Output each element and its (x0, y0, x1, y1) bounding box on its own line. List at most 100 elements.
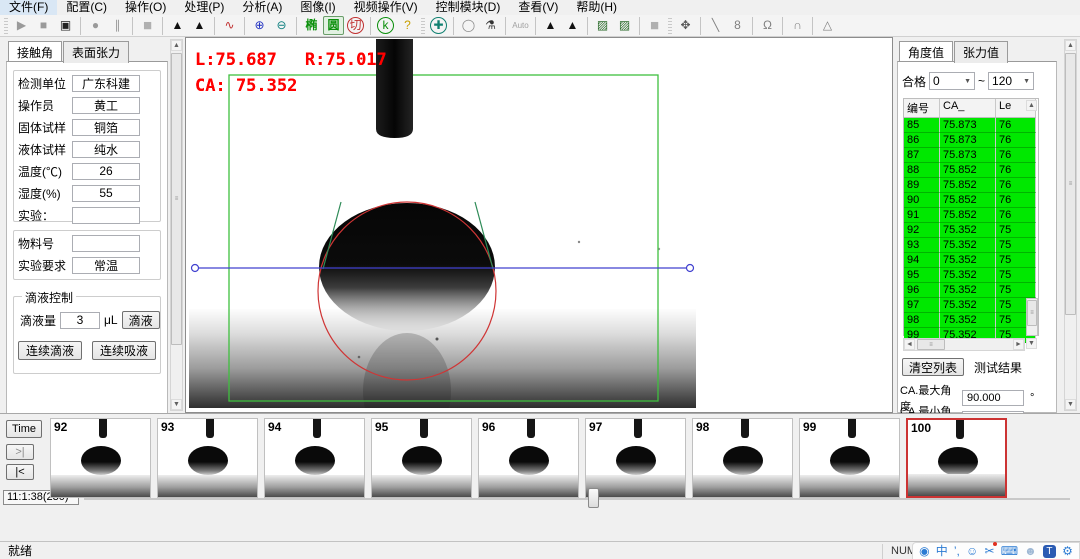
table-row[interactable]: 9475.35275 (904, 253, 1038, 268)
screenshot-scissors-icon[interactable]: ✂ (984, 543, 994, 559)
frame-thumbnail-95[interactable]: 95 (371, 418, 472, 498)
image-level-alt-icon[interactable]: ▨ (614, 16, 635, 35)
record-icon[interactable]: ● (85, 16, 106, 35)
frame-prev-button[interactable]: |< (6, 464, 34, 480)
field-input-物料号[interactable] (72, 235, 140, 252)
skin-person-icon[interactable]: ☻ (1024, 543, 1037, 559)
angle-table[interactable]: 编号CA_Le8575.873768675.873768775.87376887… (903, 98, 1039, 336)
drop-arc-icon[interactable]: ∩ (787, 16, 808, 35)
table-header-编号[interactable]: 编号 (904, 99, 940, 118)
drop-dome-icon[interactable]: ▲ (540, 16, 561, 35)
table-row[interactable]: 8675.87376 (904, 133, 1038, 148)
menu-item-9[interactable]: 帮助(H) (567, 0, 626, 15)
frame-thumbnail-96[interactable]: 96 (478, 418, 579, 498)
clear-list-button[interactable]: 清空列表 (902, 358, 964, 376)
scroll-up-arrow-icon[interactable]: ▲ (1065, 40, 1076, 51)
tab-tension-values[interactable]: 张力值 (954, 41, 1008, 63)
table-scroll-right-icon[interactable]: ► (1013, 339, 1024, 350)
frame-thumbnail-97[interactable]: 97 (585, 418, 686, 498)
compass-icon[interactable]: ✚ (430, 17, 447, 34)
table-row[interactable]: 9775.35275 (904, 298, 1038, 313)
menu-item-2[interactable]: 操作(O) (116, 0, 175, 15)
tab-angle-values[interactable]: 角度值 (899, 41, 953, 61)
table-row[interactable]: 9675.35275 (904, 283, 1038, 298)
table-hscroll-thumb[interactable]: ≡ (917, 339, 945, 350)
frame-thumbnail-99[interactable]: 99 (799, 418, 900, 498)
right-vscroll-thumb[interactable]: ≡ (1065, 53, 1076, 315)
timeline-track[interactable] (84, 498, 1070, 500)
snapshot-frame-icon[interactable]: ■ (137, 16, 158, 35)
camera-frame[interactable]: L:75.687R:75.017 CA: 75.352 (189, 39, 696, 408)
menu-item-0[interactable]: 文件(F) (0, 0, 57, 15)
ime-logo-icon[interactable]: ◉ (919, 543, 929, 559)
frame-thumbnail-98[interactable]: 98 (692, 418, 793, 498)
table-row[interactable]: 9875.35275 (904, 313, 1038, 328)
stop-icon[interactable]: ■ (33, 16, 54, 35)
table-scroll-left-icon[interactable]: ◄ (904, 339, 915, 350)
table-row[interactable]: 9575.35275 (904, 268, 1038, 283)
pause-icon[interactable]: ∥ (107, 16, 128, 35)
dispense-flask-icon[interactable]: ⚗ (480, 16, 501, 35)
table-vscroll-thumb[interactable]: ≡ (1027, 300, 1037, 326)
table-scroll-up-icon[interactable]: ▲ (1026, 100, 1037, 111)
field-input-实验：[interactable] (72, 207, 140, 224)
sessile-drop-icon[interactable]: ▲ (167, 16, 188, 35)
blank-frame-icon[interactable]: ■ (644, 16, 665, 35)
table-row[interactable]: 9275.35275 (904, 223, 1038, 238)
crosshair-circle-icon[interactable]: ⊕ (249, 16, 270, 35)
auto-icon[interactable]: Auto (510, 16, 531, 35)
dispense-button[interactable]: 滴液 (122, 311, 160, 329)
sessile-drop-alt-icon[interactable]: ▲ (189, 16, 210, 35)
curve-fit-icon[interactable]: ∿ (219, 16, 240, 35)
play-icon[interactable]: ▶ (11, 16, 32, 35)
circle-method-icon[interactable]: 圆 (323, 16, 344, 35)
punctuation-icon[interactable]: ’, (954, 543, 960, 559)
table-row[interactable]: 9375.35275 (904, 238, 1038, 253)
help-icon[interactable]: ? (397, 16, 418, 35)
frame-thumbnail-94[interactable]: 94 (264, 418, 365, 498)
max-angle-dropdown[interactable]: 120 ▼ (988, 72, 1034, 90)
field-input-操作员[interactable] (72, 97, 140, 114)
left-panel-vscrollbar[interactable]: ▲ ≡ ▼ (170, 39, 183, 411)
frame-thumbnail-93[interactable]: 93 (157, 418, 258, 498)
table-row[interactable]: 9175.85276 (904, 208, 1038, 223)
tab-contact-angle[interactable]: 接触角 (8, 41, 62, 61)
chinese-mode-icon[interactable]: 中 (936, 543, 948, 559)
toolbox-icon[interactable]: T (1043, 545, 1056, 558)
table-scroll-down-icon[interactable]: ▼ (1026, 338, 1037, 349)
table-header-CA_[interactable]: CA_ (940, 99, 996, 118)
continuous-suck-button[interactable]: 连续吸液 (92, 341, 156, 360)
menu-item-4[interactable]: 分析(A) (233, 0, 291, 15)
laplace-method-icon[interactable]: k (377, 17, 394, 34)
tangent-method-icon[interactable]: 切 (347, 17, 364, 34)
volume-input[interactable] (60, 312, 100, 329)
menu-item-5[interactable]: 图像(I) (291, 0, 344, 15)
camera-icon[interactable]: ▣ (55, 16, 76, 35)
field-input-实验要求[interactable] (72, 257, 140, 274)
table-row[interactable]: 9075.85276 (904, 193, 1038, 208)
drop-triangle-icon[interactable]: △ (817, 16, 838, 35)
baseline-circle-icon[interactable]: ⊖ (271, 16, 292, 35)
settings-gear-icon[interactable]: ⚙ (1062, 543, 1073, 559)
hand-tool-icon[interactable]: ✥ (675, 16, 696, 35)
scroll-up-arrow-icon[interactable]: ▲ (171, 40, 182, 51)
ring-icon[interactable]: ◯ (458, 16, 479, 35)
image-level-icon[interactable]: ▨ (592, 16, 613, 35)
scroll-down-arrow-icon[interactable]: ▼ (171, 399, 182, 410)
frame-thumbnail-92[interactable]: 92 (50, 418, 151, 498)
scroll-down-arrow-icon[interactable]: ▼ (1065, 399, 1076, 410)
field-input-液体试样[interactable] (72, 141, 140, 158)
table-row[interactable]: 8575.87376 (904, 118, 1038, 133)
emoji-icon[interactable]: ☺ (966, 543, 978, 559)
ellipse-method-icon[interactable]: 椭 (301, 16, 322, 35)
frame-next-button[interactable]: >| (6, 444, 34, 460)
left-vscroll-thumb[interactable]: ≡ (171, 53, 182, 345)
menu-item-3[interactable]: 处理(P) (175, 0, 233, 15)
drop-outline-icon[interactable]: Ω (757, 16, 778, 35)
tab-surface-tension[interactable]: 表面张力 (63, 41, 129, 63)
menu-item-1[interactable]: 配置(C) (57, 0, 116, 15)
drop-dome-needle-icon[interactable]: ▲ (562, 16, 583, 35)
table-hscrollbar[interactable]: ◄ ≡ ► (903, 338, 1025, 351)
frame-thumbnail-100[interactable]: 100 (906, 418, 1007, 498)
field-input-检测单位[interactable] (72, 75, 140, 92)
